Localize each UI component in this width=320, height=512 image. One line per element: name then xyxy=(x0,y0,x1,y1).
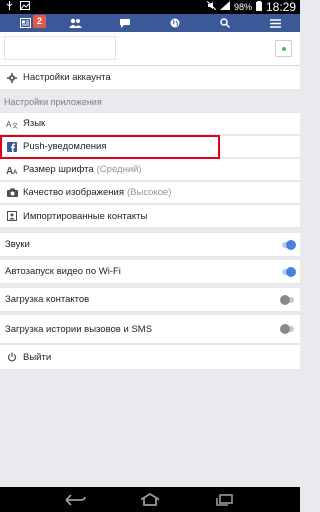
account-settings-item[interactable]: Настройки аккаунта xyxy=(0,66,300,90)
android-nav-bar xyxy=(0,487,300,512)
online-status-button[interactable] xyxy=(275,40,292,57)
globe-icon xyxy=(170,18,180,28)
upload-call-history-label: Загрузка истории вызовов и SMS xyxy=(5,323,153,335)
news-feed-icon xyxy=(19,18,31,28)
status-bar: 98% 18:29 xyxy=(0,0,300,14)
recent-apps-button[interactable] xyxy=(209,490,239,510)
logout-label: Выйти xyxy=(23,351,52,363)
profile-name-box[interactable] xyxy=(4,36,116,60)
camera-icon xyxy=(5,186,19,200)
upload-contacts-item[interactable]: Загрузка контактов xyxy=(0,288,300,312)
status-right: 98% 18:29 xyxy=(206,0,296,14)
language-label: Язык xyxy=(23,118,46,129)
image-quality-value: (Высокое) xyxy=(127,187,172,198)
mute-icon xyxy=(206,0,217,13)
contacts-icon xyxy=(5,209,19,223)
language-icon: A文 xyxy=(5,117,19,131)
toggle-knob xyxy=(280,295,290,305)
push-notifications-label: Push-уведомления xyxy=(23,141,107,152)
toggle-knob xyxy=(286,240,296,250)
power-icon xyxy=(5,350,19,364)
upload-call-history-toggle[interactable] xyxy=(280,324,294,334)
svg-text:A: A xyxy=(13,170,18,175)
autoplay-wifi-toggle[interactable] xyxy=(282,267,296,277)
autoplay-wifi-label: Автозапуск видео по Wi-Fi xyxy=(5,266,121,277)
app-settings-section-header: Настройки приложения xyxy=(0,91,300,113)
hamburger-menu-icon xyxy=(269,18,281,28)
upload-contacts-toggle[interactable] xyxy=(280,295,294,305)
messages-icon xyxy=(120,18,130,28)
recent-apps-icon xyxy=(216,493,233,506)
logout-item[interactable]: Выйти xyxy=(0,345,300,369)
svg-text:文: 文 xyxy=(12,122,18,129)
back-button[interactable] xyxy=(61,490,91,510)
image-icon xyxy=(20,1,30,13)
toggle-knob xyxy=(280,324,290,334)
status-left xyxy=(5,1,30,13)
sounds-label: Звуки xyxy=(5,239,30,250)
more-menu-tab[interactable] xyxy=(250,14,300,32)
imported-contacts-label: Импортированные контакты xyxy=(23,210,148,222)
battery-percent: 98% xyxy=(233,2,252,12)
gear-icon xyxy=(5,71,19,85)
facebook-icon xyxy=(5,140,19,154)
image-quality-item[interactable]: Качество изображения (Высокое) xyxy=(0,182,300,204)
sounds-item[interactable]: Звуки xyxy=(0,233,300,257)
usb-icon xyxy=(5,1,14,13)
online-dot-icon xyxy=(282,47,286,51)
clock: 18:29 xyxy=(265,0,296,14)
news-feed-tab[interactable]: 2 xyxy=(0,14,50,32)
font-size-icon: AA xyxy=(5,163,19,177)
friend-requests-tab[interactable] xyxy=(50,14,100,32)
account-settings-label: Настройки аккаунта xyxy=(23,72,111,83)
home-button[interactable] xyxy=(135,490,165,510)
imported-contacts-item[interactable]: Импортированные контакты xyxy=(0,205,300,227)
search-tab[interactable] xyxy=(200,14,250,32)
messages-tab[interactable] xyxy=(100,14,150,32)
notification-badge: 2 xyxy=(33,15,46,28)
friends-icon xyxy=(68,18,82,28)
notifications-tab[interactable] xyxy=(150,14,200,32)
profile-header xyxy=(0,32,300,66)
upload-contacts-label: Загрузка контактов xyxy=(5,294,90,305)
signal-icon xyxy=(219,1,230,13)
home-icon xyxy=(140,493,160,506)
autoplay-wifi-item[interactable]: Автозапуск видео по Wi-Fi xyxy=(0,260,300,284)
top-navbar: 2 xyxy=(0,14,300,32)
upload-call-history-item[interactable]: Загрузка истории вызовов и SMS xyxy=(0,315,300,343)
toggle-knob xyxy=(286,267,296,277)
back-icon xyxy=(65,493,86,506)
font-size-item[interactable]: AA Размер шрифта (Средний) xyxy=(0,159,300,181)
search-icon xyxy=(220,18,230,28)
language-item[interactable]: A文 Язык xyxy=(0,113,300,135)
font-size-label: Размер шрифта xyxy=(23,164,94,175)
image-quality-label: Качество изображения xyxy=(23,187,124,198)
font-size-value: (Средний) xyxy=(96,164,142,175)
sounds-toggle[interactable] xyxy=(282,240,296,250)
battery-icon xyxy=(255,0,262,14)
push-notifications-item[interactable]: Push-уведомления xyxy=(0,136,300,158)
